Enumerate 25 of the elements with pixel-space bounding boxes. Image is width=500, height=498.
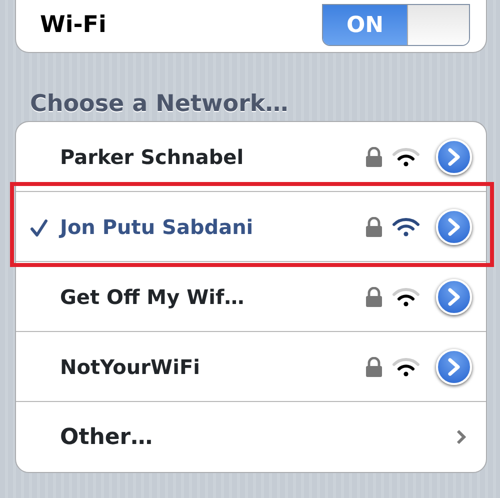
chevron-icon bbox=[447, 358, 461, 376]
detail-button[interactable] bbox=[436, 278, 472, 314]
wifi-label: Wi-Fi bbox=[39, 11, 106, 40]
wifi-signal-icon bbox=[392, 216, 420, 236]
network-row[interactable]: NotYourWiFi bbox=[16, 332, 486, 402]
wifi-signal-icon bbox=[392, 146, 420, 166]
wifi-signal-icon bbox=[392, 286, 420, 306]
chevron-icon bbox=[447, 288, 461, 306]
other-network-row[interactable]: Other… bbox=[16, 402, 486, 472]
network-row[interactable]: Parker Schnabel bbox=[16, 122, 486, 192]
detail-button[interactable] bbox=[436, 348, 472, 384]
other-label: Other… bbox=[60, 424, 154, 452]
network-row[interactable]: Get Off My Wif… bbox=[16, 262, 486, 332]
network-row[interactable]: Jon Putu Sabdani bbox=[16, 192, 486, 262]
section-title: Choose a Network… bbox=[29, 90, 290, 119]
network-name: Parker Schnabel bbox=[60, 144, 245, 170]
wifi-signal-icon bbox=[392, 356, 420, 376]
detail-button[interactable] bbox=[436, 208, 472, 244]
chevron-icon bbox=[456, 429, 466, 445]
network-name: Get Off My Wif… bbox=[60, 284, 246, 310]
chevron-icon bbox=[447, 148, 461, 166]
chevron-icon bbox=[447, 218, 461, 236]
network-name: NotYourWiFi bbox=[60, 354, 201, 380]
detail-button[interactable] bbox=[436, 138, 472, 174]
network-name: Jon Putu Sabdani bbox=[60, 214, 254, 240]
